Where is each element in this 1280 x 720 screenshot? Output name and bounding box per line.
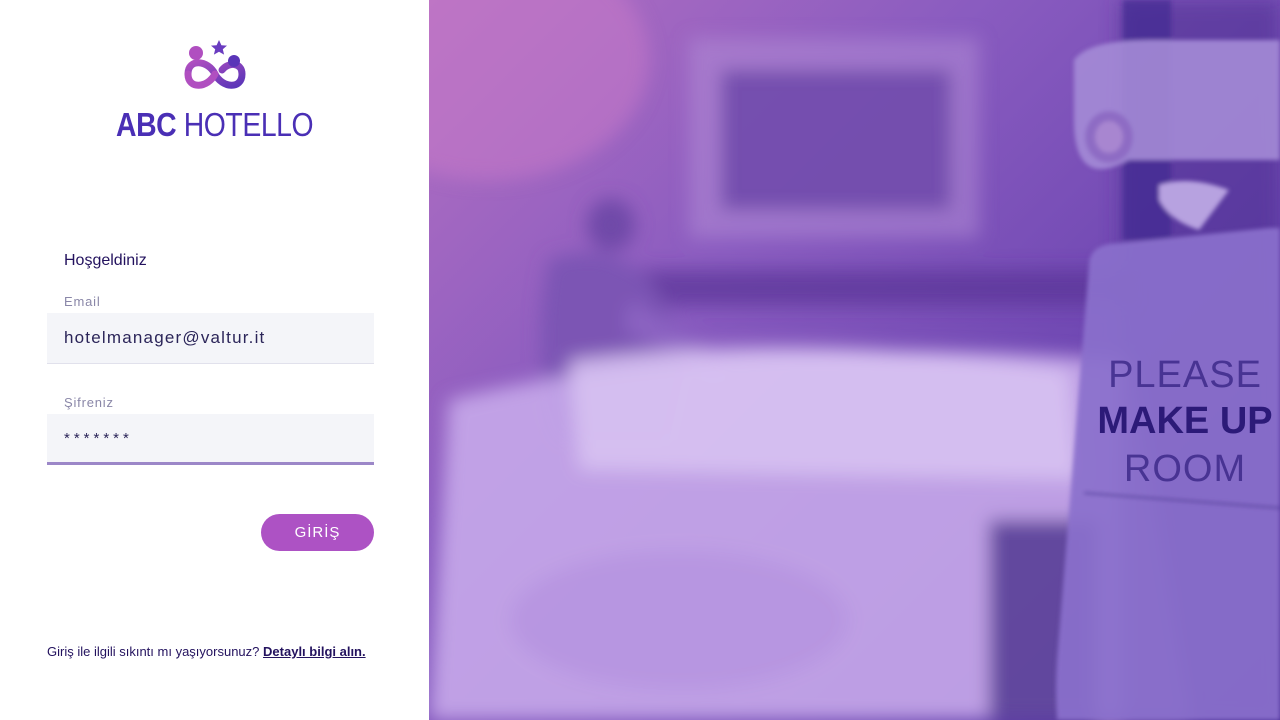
brand-name-light: HOTELLO <box>183 106 314 143</box>
password-label: Şifreniz <box>64 395 114 410</box>
star-icon <box>210 40 227 55</box>
sign-line-2: MAKE UP <box>1097 400 1273 442</box>
email-field[interactable] <box>47 313 374 364</box>
brand-name: ABC HOTELLO <box>115 106 314 143</box>
brand-logo: ABC HOTELLO <box>0 40 429 141</box>
help-link[interactable]: Detaylı bilgi alın. <box>263 644 366 659</box>
login-page: ABC HOTELLO Hoşgeldiniz Email Şifreniz G… <box>0 0 1280 720</box>
login-panel: ABC HOTELLO Hoşgeldiniz Email Şifreniz G… <box>0 0 429 720</box>
blurred-hotel-room-photo: PLEASE MAKE UP ROOM <box>429 0 1280 720</box>
help-text: Giriş ile ilgili sıkıntı mı yaşıyorsunuz… <box>47 644 366 659</box>
login-button[interactable]: GİRİŞ <box>261 514 374 551</box>
sign-line-1: PLEASE <box>1108 354 1262 396</box>
password-field[interactable] <box>47 414 374 465</box>
infinity-people-star-icon <box>184 40 246 89</box>
welcome-heading: Hoşgeldiniz <box>64 252 147 269</box>
brand-name-bold: ABC <box>115 106 177 143</box>
email-label: Email <box>64 294 101 309</box>
sign-line-3: ROOM <box>1123 448 1247 490</box>
help-question: Giriş ile ilgili sıkıntı mı yaşıyorsunuz… <box>47 644 260 659</box>
